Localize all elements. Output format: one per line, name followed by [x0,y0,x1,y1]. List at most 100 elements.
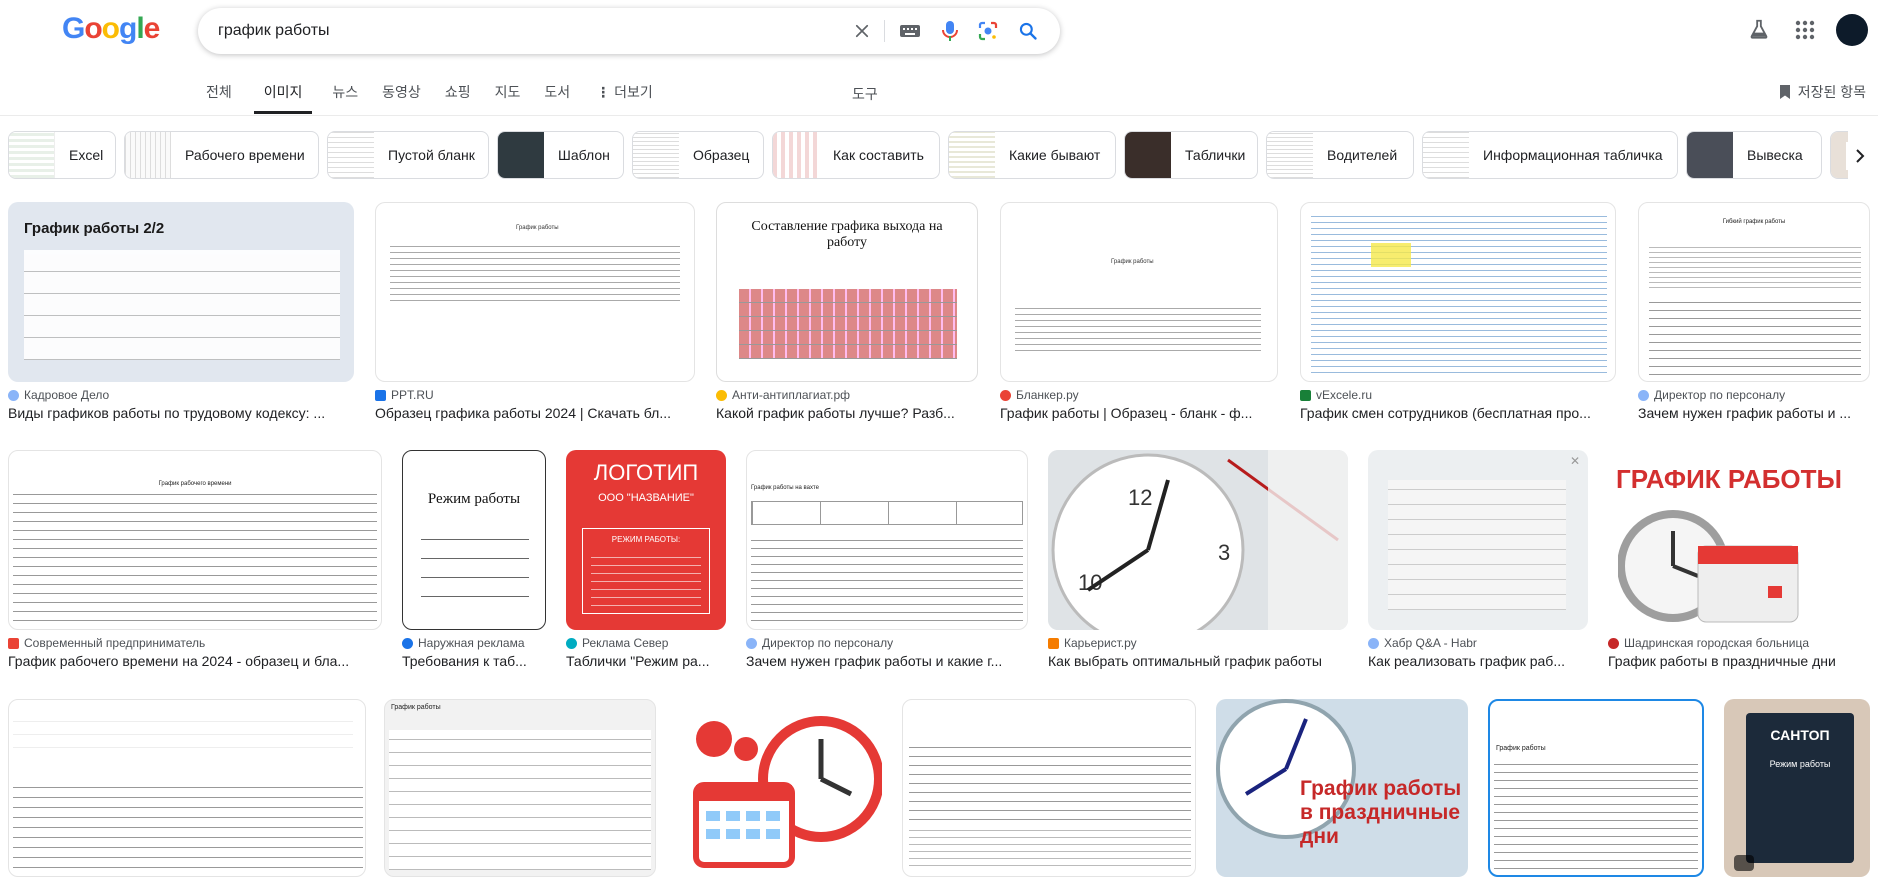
result-title[interactable]: Какой график работы лучше? Разб... [716,405,978,421]
image-result[interactable]: График рабочего времени Современный пред… [8,450,382,669]
result-title[interactable]: Как реализовать график раб... [1368,653,1588,669]
apps-grid-icon[interactable] [1795,20,1815,45]
chip-label: Рабочего времени [185,147,305,163]
result-title[interactable]: График рабочего времени на 2024 - образе… [8,653,382,669]
tools-button[interactable]: 도구 [852,84,878,104]
chip-label: Пустой бланк [388,147,475,163]
image-result[interactable] [8,699,366,877]
result-source[interactable]: Шадринская городская больница [1608,636,1870,650]
close-icon: ✕ [1569,454,1580,468]
image-result[interactable]: Режим работы Наружная реклама Требования… [402,450,546,669]
result-title[interactable]: Таблички "Режим ра... [566,653,726,669]
result-title[interactable]: Как выбрать оптимальный график работы [1048,653,1348,669]
thumbnail-table [389,730,651,870]
result-title[interactable]: Зачем нужен график работы и ... [1638,405,1870,421]
avatar[interactable] [1836,14,1868,46]
image-result[interactable]: Гибкий график работы Директор по персона… [1638,202,1870,421]
image-result[interactable] [676,699,882,877]
image-result[interactable]: График работы [384,699,656,877]
chip-blank-form[interactable]: Пустой бланк [327,131,489,179]
sign-plate: САНТОП Режим работы [1746,713,1854,863]
chevron-right-icon[interactable] [1846,142,1874,170]
labs-icon[interactable] [1748,18,1770,45]
source-label: Директор по персоналу [762,636,894,650]
result-thumbnail: График работы в праздничные дни [1216,699,1468,877]
image-result[interactable]: График работы на вахте Директор по персо… [746,450,1028,669]
lens-icon[interactable] [976,19,1000,43]
keyboard-icon[interactable] [898,19,922,43]
result-source[interactable]: Хабр Q&A - Habr [1368,636,1588,650]
result-source[interactable]: vExcele.ru [1300,388,1616,402]
image-result[interactable]: 12 3 10 Карьерист.ру Как выбрать оптимал… [1048,450,1348,669]
chip-sample[interactable]: Образец [632,131,764,179]
tab-more[interactable]: ⋮ 더보기 [596,82,653,114]
chip-thumbnail [498,132,544,178]
chip-excel[interactable]: Excel [8,131,116,179]
chip-signboard[interactable]: Вывеска [1686,131,1822,179]
chip-label: Как составить [833,147,924,163]
clear-icon[interactable] [850,19,874,43]
result-source[interactable]: Реклама Север [566,636,726,650]
result-title[interactable]: Виды графиков работы по трудовому кодекс… [8,405,354,421]
result-source[interactable]: Директор по персоналу [746,636,1028,650]
result-source[interactable]: PPT.RU [375,388,695,402]
chip-thumbnail [1267,132,1313,178]
tab-images[interactable]: 이미지 [253,82,312,114]
google-logo[interactable]: Google [62,12,160,46]
thumbnail-highlight [1371,243,1411,267]
result-source[interactable]: Бланкер.ру [1000,388,1278,402]
source-favicon [1638,389,1649,401]
search-icon[interactable] [1016,19,1040,43]
chip-thumbnail [9,132,55,178]
tab-videos[interactable]: 동영상 [382,82,421,114]
result-title[interactable]: График смен сотрудников (бесплатная про.… [1300,405,1616,421]
result-source[interactable]: Анти-антиплагиат.рф [716,388,978,402]
result-source[interactable]: Кадровое Дело [8,388,354,402]
chip-working-time[interactable]: Рабочего времени [124,131,319,179]
thumbnail-text: САНТОП [1770,727,1830,743]
image-result[interactable]: График работы в праздничные дни [1216,699,1468,877]
source-label: Карьерист.ру [1064,636,1137,650]
chip-info-sign[interactable]: Информационная табличка [1422,131,1678,179]
result-title[interactable]: Образец графика работы 2024 | Скачать бл… [375,405,695,421]
image-result[interactable]: Составление графика выхода на работу Ант… [716,202,978,421]
source-favicon [566,637,577,649]
image-result[interactable]: vExcele.ru График смен сотрудников (бесп… [1300,202,1616,421]
image-result[interactable]: ЛОГОТИП ООО "НАЗВАНИЕ" РЕЖИМ РАБОТЫ: Рек… [566,450,726,669]
image-result[interactable] [902,699,1196,877]
saved-items-button[interactable]: 저장된 항목 [1778,82,1866,102]
source-label: Кадровое Дело [24,388,110,402]
image-result[interactable]: ГРАФИК РАБОТЫ Шадринская городская больн… [1608,450,1870,669]
source-favicon [1608,637,1619,649]
result-title[interactable]: График работы | Образец - бланк - ф... [1000,405,1278,421]
thumbnail-table [909,740,1191,820]
image-result[interactable]: САНТОП Режим работы [1724,699,1870,877]
image-result[interactable]: График работы [1488,699,1704,877]
source-label: Современный предприниматель [24,636,206,650]
chip-thumbnail [633,132,679,178]
result-title[interactable]: Зачем нужен график работы и какие г... [746,653,1028,669]
image-result[interactable]: График работы 2/2 Кадровое Дело Виды гра… [8,202,354,421]
microphone-icon[interactable] [938,19,962,43]
result-title[interactable]: Требования к таб... [402,653,546,669]
chip-label: Водителей [1327,147,1398,163]
tab-news[interactable]: 뉴스 [332,82,358,114]
result-source[interactable]: Наружная реклама [402,636,546,650]
chip-what-kinds[interactable]: Какие бывают [948,131,1116,179]
tab-maps[interactable]: 지도 [495,82,521,114]
chip-signs[interactable]: Таблички [1124,131,1258,179]
chip-drivers[interactable]: Водителей [1266,131,1414,179]
chip-template[interactable]: Шаблон [497,131,624,179]
tab-shopping[interactable]: 쇼핑 [445,82,471,114]
search-input[interactable] [218,8,818,54]
image-result[interactable]: График работы Бланкер.ру График работы |… [1000,202,1278,421]
tab-all[interactable]: 전체 [206,82,232,114]
result-source[interactable]: Директор по персоналу [1638,388,1870,402]
image-result[interactable]: График работы PPT.RU Образец графика раб… [375,202,695,421]
image-result[interactable]: ✕ Хабр Q&A - Habr Как реализовать график… [1368,450,1588,669]
tab-books[interactable]: 도서 [544,82,570,114]
chip-how-to-make[interactable]: Как составить [772,131,940,179]
result-source[interactable]: Современный предприниматель [8,636,382,650]
result-title[interactable]: График работы в праздничные дни [1608,653,1870,669]
result-source[interactable]: Карьерист.ру [1048,636,1348,650]
